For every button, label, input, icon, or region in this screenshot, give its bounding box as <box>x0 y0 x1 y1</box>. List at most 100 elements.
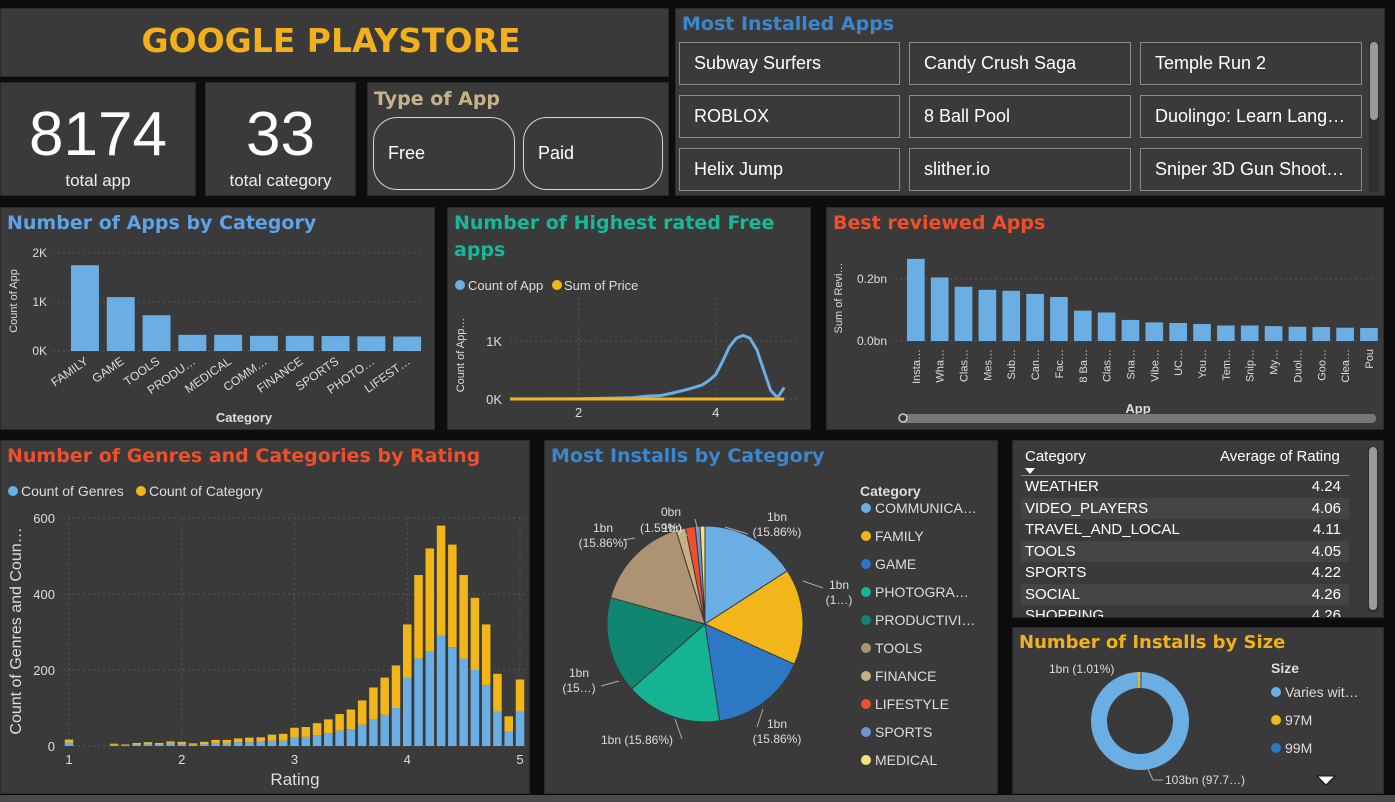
x-tick-label: 5 <box>516 752 523 767</box>
bar <box>1360 327 1378 341</box>
legend-marker-category <box>136 486 146 496</box>
slicer-option-paid[interactable]: Paid <box>523 117 663 190</box>
app-tile[interactable]: Temple Run 2 <box>1140 42 1362 85</box>
data-label: (15.86%) <box>753 525 802 539</box>
dashboard-title: GOOGLE PLAYSTORE <box>141 21 521 60</box>
bar-category <box>403 624 412 678</box>
apps-by-category-chart: Count of App Category 0K1K2KFAMILYGAMETO… <box>8 246 422 425</box>
table-row[interactable]: WEATHER 4.24 <box>1021 476 1349 497</box>
table-row[interactable]: SOCIAL 4.26 <box>1021 583 1349 605</box>
legend-item: Varies wit… <box>1285 684 1359 700</box>
bar-category <box>109 743 119 745</box>
bar-category <box>177 741 186 745</box>
legend-marker <box>861 699 871 709</box>
bar-genres <box>369 719 378 746</box>
installs-by-category-chart: Category 1bn(15.86%)1bn(1…)1bn(15.86%)1b… <box>562 483 977 768</box>
data-label: 1bn <box>767 717 787 731</box>
bar <box>1145 322 1164 341</box>
bar-genres <box>425 651 435 746</box>
bar <box>1193 323 1211 341</box>
y-tick-label: 0.0bn <box>857 334 887 348</box>
table-row[interactable]: SPORTS 4.22 <box>1021 562 1349 583</box>
y-tick-label: 2K <box>32 246 47 260</box>
best-reviewed-chart: Sum of Revi… App 0.0bn 0.2bn Insta… Wha… Cla… <box>833 258 1378 423</box>
bar <box>1097 312 1116 341</box>
bar-category <box>121 744 130 746</box>
legend-marker <box>1271 715 1281 725</box>
legend-item: PRODUCTIVI… <box>875 612 975 628</box>
bar <box>1026 293 1044 341</box>
table-row[interactable]: TRAVEL_AND_LOCAL 4.11 <box>1021 519 1349 540</box>
horizontal-scrollbar[interactable] <box>900 414 1376 423</box>
bar-genres <box>143 744 153 746</box>
app-tile[interactable]: Candy Crush Saga <box>909 42 1131 85</box>
data-label: 1bn <box>829 578 849 592</box>
x-tick-label: Duol… <box>1292 349 1304 383</box>
legend-marker-count-of-app <box>455 280 465 290</box>
legend-marker <box>861 531 871 541</box>
slicer-title: Type of App <box>374 88 501 110</box>
table-row[interactable]: VIDEO_PLAYERS 4.06 <box>1021 497 1349 519</box>
table-header-average-rating[interactable]: Average of Rating <box>1220 448 1340 465</box>
tiles-scrollbar-thumb[interactable] <box>1370 42 1378 120</box>
y-tick-label: 0K <box>32 344 47 358</box>
cell-average-rating: 4.26 <box>1311 607 1341 618</box>
bar-category <box>312 723 322 736</box>
legend-marker <box>1271 743 1281 753</box>
bar <box>357 336 386 351</box>
cell-category: VIDEO_PLAYERS <box>1025 499 1149 517</box>
table-row[interactable]: SHOPPING 4.26 <box>1021 605 1349 618</box>
x-tick-label: Fac… <box>1054 349 1066 378</box>
table-scrollbar-thumb[interactable] <box>1369 447 1377 610</box>
app-tile[interactable]: slither.io <box>909 148 1131 191</box>
bar-genres <box>177 744 186 746</box>
legend-expand-icon[interactable] <box>1315 775 1337 786</box>
table-header-category[interactable]: Category <box>1025 448 1086 465</box>
app-tile[interactable]: Helix Jump <box>679 148 900 191</box>
bar-genres <box>132 744 141 746</box>
legend-item: FAMILY <box>875 528 924 544</box>
bar <box>214 334 243 351</box>
installs-by-size-chart: Size 1bn (1.01%) 103bn (97.7…) Varies wit…… <box>1049 660 1359 787</box>
legend-marker <box>861 671 871 681</box>
data-label: 1bn <box>767 510 787 524</box>
app-tile[interactable]: Subway Surfers <box>679 42 900 85</box>
bar <box>1264 326 1283 341</box>
bar-genres <box>188 744 198 746</box>
bar-category <box>143 742 153 745</box>
bottom-strip <box>0 795 1395 802</box>
legend-item: LIFESTYLE <box>875 696 949 712</box>
bar <box>1169 323 1187 341</box>
slicer-option-free[interactable]: Free <box>373 117 515 190</box>
bar <box>954 286 973 341</box>
x-tick-label: Tem… <box>1221 349 1233 381</box>
cell-category: SHOPPING <box>1025 607 1105 618</box>
bar-genres <box>324 733 333 746</box>
x-tick-label: Can… <box>1030 349 1042 380</box>
app-tile[interactable]: 8 Ball Pool <box>909 95 1131 138</box>
bar-category <box>425 548 435 651</box>
bar <box>1050 296 1068 341</box>
bar-category <box>222 739 232 743</box>
bar-category <box>493 673 502 712</box>
legend-marker <box>861 643 871 653</box>
scrollbar-handle[interactable] <box>898 413 908 423</box>
bar-genres <box>211 742 220 746</box>
bar-genres <box>154 744 164 746</box>
bar-genres <box>459 658 468 746</box>
x-tick-label: Sna… <box>1125 349 1137 380</box>
legend-marker-genres <box>8 486 18 496</box>
x-tick-label: 1 <box>65 752 72 767</box>
most-installed-title: Most Installed Apps <box>682 13 895 35</box>
legend-marker <box>861 615 871 625</box>
y-tick-label: 400 <box>33 587 55 602</box>
table-row[interactable]: TOOLS 4.05 <box>1021 540 1349 562</box>
bar-category <box>470 597 480 670</box>
app-tile[interactable]: Duolingo: Learn Lang… <box>1140 95 1362 138</box>
app-tile[interactable]: Sniper 3D Gun Shoot… <box>1140 148 1362 191</box>
installs-by-category-panel: Most Installs by Category Category 1bn (1… <box>544 440 998 794</box>
data-label: 1bn (15.86%) <box>601 733 673 747</box>
y-axis-label: Count of App <box>8 269 20 333</box>
kpi-value: 33 <box>246 100 315 169</box>
app-tile[interactable]: ROBLOX <box>679 95 900 138</box>
